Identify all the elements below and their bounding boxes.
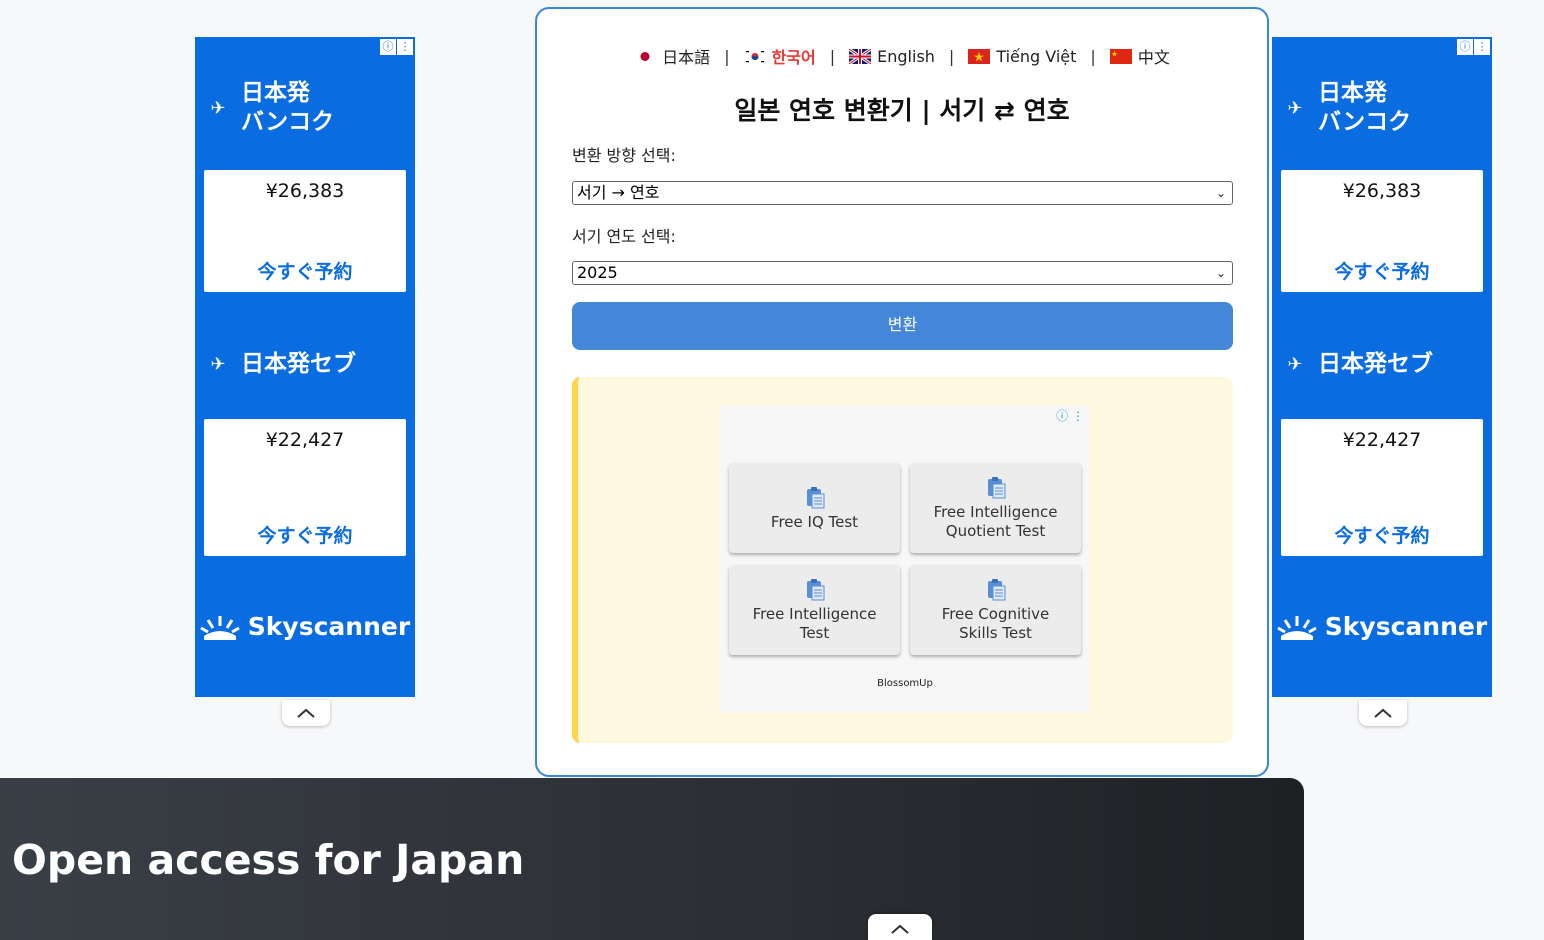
book-now-link[interactable]: 今すぐ予約	[204, 257, 406, 284]
deal-price: ¥26,383	[1342, 180, 1422, 202]
bottom-banner-ad[interactable]: Open access for Japan	[0, 778, 1304, 940]
deal-title: 日本発セブ	[241, 351, 356, 377]
ad-container: ⓘ ⋮ Free IQ Test Free Intelligence Quoti…	[572, 377, 1233, 743]
skyscanner-logo: Skyscanner	[195, 612, 415, 641]
info-icon[interactable]: ⓘ	[1056, 409, 1068, 423]
direction-select[interactable]: 서기 → 연호 ⌄	[572, 181, 1233, 205]
ad-tile-label: Free Cognitive Skills Test	[941, 605, 1050, 642]
info-icon[interactable]: ⓘ	[380, 39, 396, 55]
ad-tile-label: Free IQ Test	[770, 512, 859, 531]
vn-flag-icon	[968, 48, 991, 64]
deal-price: ¥26,383	[265, 180, 345, 202]
year-label: 서기 연도 선택:	[572, 227, 676, 246]
deal-bangkok-header[interactable]: ✈ 日本発 バンコク	[1272, 79, 1492, 137]
uk-flag-icon	[849, 48, 872, 64]
iq-test-ad[interactable]: ⓘ ⋮ Free IQ Test Free Intelligence Quoti…	[720, 405, 1090, 713]
lang-label: 한국어	[771, 48, 816, 67]
page-title: 일본 연호 변환기 | 서기 ⇄ 연호	[734, 96, 1070, 125]
clipboard-icon	[987, 579, 1005, 601]
chevron-up-icon	[1374, 708, 1392, 718]
left-side-ad[interactable]: ⓘ ⋮ ✈ 日本発 バンコク ¥26,383 今すぐ予約 ✈ 日本発セブ ¥22…	[195, 37, 415, 697]
more-vert-icon[interactable]: ⋮	[397, 39, 413, 55]
plane-icon: ✈	[210, 97, 226, 119]
deal-cebu-box[interactable]: ¥22,427 今すぐ予約	[204, 419, 406, 556]
lang-chinese[interactable]: 中文	[1109, 44, 1170, 68]
lang-separator: |	[724, 46, 730, 66]
ad-choices[interactable]: ⓘ ⋮	[1457, 39, 1490, 55]
ad-choices[interactable]: ⓘ ⋮	[380, 39, 413, 55]
ad-tile-iq-test[interactable]: Free IQ Test	[729, 463, 900, 553]
ad-brand: BlossomUp	[877, 678, 933, 689]
clipboard-icon	[806, 579, 824, 601]
brand-name: Skyscanner	[247, 612, 411, 641]
ad-tile-label: Free Intelligence Quotient Test	[933, 503, 1058, 540]
expand-banner-button[interactable]	[868, 914, 932, 940]
kr-flag-icon	[743, 48, 766, 64]
lang-japanese[interactable]: 日本語	[634, 44, 710, 68]
ad-choices[interactable]: ⓘ ⋮	[1056, 407, 1084, 424]
plane-icon: ✈	[1287, 97, 1303, 119]
ad-tile-intelligence-test[interactable]: Free Intelligence Test	[729, 565, 900, 655]
skyscanner-logo: Skyscanner	[1272, 612, 1492, 641]
chevron-down-icon: ⌄	[1215, 186, 1226, 200]
book-now-link[interactable]: 今すぐ予約	[1281, 521, 1483, 548]
lang-separator: |	[948, 46, 955, 66]
deal-price: ¥22,427	[265, 429, 345, 451]
ad-tile-iq-quotient-test[interactable]: Free Intelligence Quotient Test	[910, 463, 1081, 553]
clipboard-icon	[806, 486, 824, 508]
plane-icon: ✈	[210, 354, 226, 375]
year-select[interactable]: 2025 ⌄	[572, 261, 1233, 285]
clipboard-icon	[987, 477, 1005, 499]
deal-price: ¥22,427	[1342, 429, 1422, 451]
deal-title: 日本発 バンコク	[241, 80, 335, 135]
collapse-ad-button[interactable]	[1359, 700, 1407, 726]
lang-label: English	[877, 46, 935, 66]
more-vert-icon[interactable]: ⋮	[1474, 39, 1490, 55]
more-vert-icon[interactable]: ⋮	[1072, 409, 1084, 423]
lang-korean[interactable]: 한국어	[743, 44, 816, 68]
brand-name: Skyscanner	[1324, 612, 1488, 641]
sunrise-icon	[200, 615, 240, 640]
deal-bangkok-box[interactable]: ¥26,383 今すぐ予約	[1281, 170, 1483, 292]
chevron-down-icon: ⌄	[1215, 266, 1226, 280]
convert-button[interactable]: 변환	[572, 302, 1233, 350]
deal-cebu-header[interactable]: ✈ 日本発セブ	[1272, 350, 1492, 379]
direction-select-value: 서기 → 연호	[577, 183, 660, 202]
lang-vietnamese[interactable]: Tiếng Việt	[968, 47, 1076, 66]
plane-icon: ✈	[1287, 354, 1303, 375]
direction-label: 변환 방향 선택:	[572, 146, 676, 165]
sunrise-icon	[1277, 615, 1317, 640]
cn-flag-icon	[1109, 48, 1132, 64]
deal-bangkok-header[interactable]: ✈ 日本発 バンコク	[195, 79, 415, 137]
lang-label: 日本語	[662, 48, 711, 67]
collapse-ad-button[interactable]	[282, 700, 330, 726]
year-select-value: 2025	[577, 263, 618, 282]
lang-label: 中文	[1137, 48, 1170, 67]
deal-cebu-box[interactable]: ¥22,427 今すぐ予約	[1281, 419, 1483, 556]
banner-text: Open access for Japan	[12, 836, 525, 884]
jp-flag-icon	[634, 48, 657, 64]
ad-tile-label: Free Intelligence Test	[752, 605, 877, 642]
converter-card: 日本語 | 한국어 | English | Tiếng Việt | 中文 일본…	[535, 7, 1269, 777]
deal-title: 日本発セブ	[1318, 351, 1433, 377]
deal-cebu-header[interactable]: ✈ 日本発セブ	[195, 350, 415, 379]
chevron-up-icon	[297, 708, 315, 718]
deal-bangkok-box[interactable]: ¥26,383 今すぐ予約	[204, 170, 406, 292]
book-now-link[interactable]: 今すぐ予約	[204, 521, 406, 548]
language-bar: 日本語 | 한국어 | English | Tiếng Việt | 中文	[537, 44, 1267, 68]
book-now-link[interactable]: 今すぐ予約	[1281, 257, 1483, 284]
lang-separator: |	[1090, 46, 1096, 66]
ad-tile-cognitive-test[interactable]: Free Cognitive Skills Test	[910, 565, 1081, 655]
right-side-ad[interactable]: ⓘ ⋮ ✈ 日本発 バンコク ¥26,383 今すぐ予約 ✈ 日本発セブ ¥22…	[1272, 37, 1492, 697]
lang-english[interactable]: English	[849, 47, 935, 66]
deal-title: 日本発 バンコク	[1318, 80, 1412, 135]
lang-separator: |	[829, 46, 836, 66]
info-icon[interactable]: ⓘ	[1457, 39, 1473, 55]
lang-label: Tiếng Việt	[996, 46, 1077, 66]
chevron-up-icon	[891, 924, 909, 934]
